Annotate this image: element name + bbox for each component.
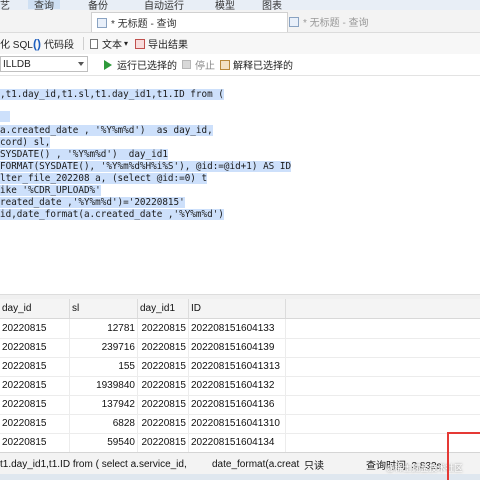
column-header-sl[interactable]: sl: [70, 299, 138, 318]
table-cell[interactable]: 202208151604139: [189, 338, 286, 357]
table-cell[interactable]: 137942: [70, 395, 138, 414]
tab-bar: * 无标题 - 查询 * 无标题 - 查询: [0, 10, 480, 33]
query-toolbar: ILLDB 运行已选择的 停止 解释已选择的: [0, 54, 480, 76]
table-row[interactable]: 20220815 155 20220815 2022081516041313: [0, 357, 480, 377]
table-cell[interactable]: 20220815: [0, 376, 70, 395]
table-cell[interactable]: 20220815: [0, 433, 70, 452]
table-cell[interactable]: 20220815: [138, 319, 189, 338]
column-header-day-id1[interactable]: day_id1: [138, 299, 189, 318]
text-button[interactable]: 文本 ▾: [90, 33, 128, 54]
run-selected-button[interactable]: 运行已选择的: [104, 54, 177, 75]
stop-button[interactable]: 停止: [182, 54, 215, 75]
code-snippet-button[interactable]: () 代码段: [33, 33, 74, 54]
chevron-down-icon: [78, 62, 84, 66]
tab-query-inactive[interactable]: * 无标题 - 查询: [285, 12, 479, 31]
chevron-down-icon: ▾: [124, 39, 129, 48]
table-cell[interactable]: 202208151604132: [189, 376, 286, 395]
explain-icon: [220, 59, 230, 70]
table-cell[interactable]: 20220815: [0, 338, 70, 357]
table-cell[interactable]: 20220815: [138, 357, 189, 376]
menu-item-backup[interactable]: 备份: [88, 0, 108, 12]
table-cell[interactable]: 12781: [70, 319, 138, 338]
beautify-sql-button[interactable]: 化 SQL: [0, 33, 33, 54]
table-row[interactable]: 20220815 59540 20220815 202208151604134: [0, 433, 480, 453]
table-cell[interactable]: 239716: [70, 338, 138, 357]
table-cell[interactable]: 155: [70, 357, 138, 376]
code-line-8: ike '%CDR_UPLOAD%': [0, 185, 101, 196]
code-line-6: FORMAT(SYSDATE(), '%Y%m%d%H%i%S'), @id:=…: [0, 161, 292, 172]
sql-editor[interactable]: ,t1.day_id,t1.sl,t1.day_id1,t1.ID from (…: [0, 78, 480, 294]
table-cell[interactable]: 20220815: [0, 319, 70, 338]
table-cell[interactable]: 2022081516041310: [189, 414, 286, 433]
status-readonly: 只读: [304, 460, 324, 472]
code-line-7: lter_file_202208 a, (select @id:=0) t: [0, 173, 208, 184]
run-icon: [104, 59, 112, 70]
query-tab-icon: [289, 16, 299, 27]
table-cell[interactable]: 59540: [70, 433, 138, 452]
menu-item-automation[interactable]: 自动运行: [144, 0, 184, 12]
database-select[interactable]: ILLDB: [0, 56, 88, 72]
column-header-day-id[interactable]: day_id: [0, 299, 70, 318]
braces-icon: (): [33, 36, 41, 51]
code-line-1: ,t1.day_id,t1.sl,t1.day_id1,t1.ID from (: [0, 89, 224, 100]
export-result-button[interactable]: 导出结果: [135, 33, 188, 54]
status-sql-text-2: date_format(a.creat: [212, 458, 300, 470]
table-cell[interactable]: 20220815: [0, 357, 70, 376]
export-icon: [135, 38, 145, 49]
highlight-box: [447, 432, 480, 480]
table-cell[interactable]: 20220815: [0, 414, 70, 433]
stop-icon: [182, 60, 191, 69]
menu-item-model[interactable]: 模型: [215, 0, 235, 12]
menu-item-0[interactable]: 艺: [0, 0, 10, 12]
code-line-4: cord) sl,: [0, 137, 51, 148]
table-cell[interactable]: 20220815: [138, 376, 189, 395]
code-line-5: SYSDATE() , '%Y%m%d') day_id1: [0, 149, 168, 160]
table-cell[interactable]: 202208151604133: [189, 319, 286, 338]
table-cell[interactable]: 20220815: [138, 414, 189, 433]
column-header-id[interactable]: ID: [189, 299, 286, 318]
status-sql-text: t1.day_id1,t1.ID from ( select a.service…: [0, 458, 187, 470]
menu-item-chart[interactable]: 图表: [262, 0, 282, 12]
text-icon: [90, 38, 98, 49]
grid-header: day_id sl day_id1 ID: [0, 299, 480, 319]
code-line-10: id,date_format(a.created_date ,'%Y%m%d'): [0, 209, 224, 220]
table-cell[interactable]: 20220815: [138, 338, 189, 357]
table-row[interactable]: 20220815 6828 20220815 2022081516041310: [0, 414, 480, 434]
table-row[interactable]: 20220815 12781 20220815 202208151604133: [0, 319, 480, 339]
code-line-9: reated_date ,'%Y%m%d')='20220815': [0, 197, 185, 208]
table-cell[interactable]: 20220815: [138, 395, 189, 414]
tab-label: * 无标题 - 查询: [303, 18, 369, 29]
table-cell[interactable]: 202208151604136: [189, 395, 286, 414]
table-row[interactable]: 20220815 137942 20220815 202208151604136: [0, 395, 480, 415]
tab-query-active[interactable]: * 无标题 - 查询: [91, 12, 288, 32]
code-line-3: a.created_date , '%Y%m%d') as day_id,: [0, 125, 213, 136]
table-cell[interactable]: 20220815: [0, 395, 70, 414]
code-line-2: [0, 111, 10, 122]
tab-label: * 无标题 - 查询: [111, 19, 177, 30]
main-menu-bar: 艺 查询 备份 自动运行 模型 图表: [0, 0, 480, 12]
editor-toolbar: 化 SQL () 代码段 文本 ▾ 导出结果: [0, 33, 480, 54]
table-row[interactable]: 20220815 1939840 20220815 202208151604132: [0, 376, 480, 396]
table-row[interactable]: 20220815 239716 20220815 202208151604139: [0, 338, 480, 358]
explain-selected-button[interactable]: 解释已选择的: [220, 54, 293, 75]
table-cell[interactable]: 2022081516041313: [189, 357, 286, 376]
menu-item-query[interactable]: 查询: [28, 0, 60, 12]
query-tab-icon: [97, 17, 107, 28]
table-cell[interactable]: 6828: [70, 414, 138, 433]
table-cell[interactable]: 20220815: [138, 433, 189, 452]
toolbar-divider: [83, 37, 84, 50]
table-cell[interactable]: 1939840: [70, 376, 138, 395]
taskbar-strip: [0, 474, 480, 480]
table-cell[interactable]: 202208151604134: [189, 433, 286, 452]
